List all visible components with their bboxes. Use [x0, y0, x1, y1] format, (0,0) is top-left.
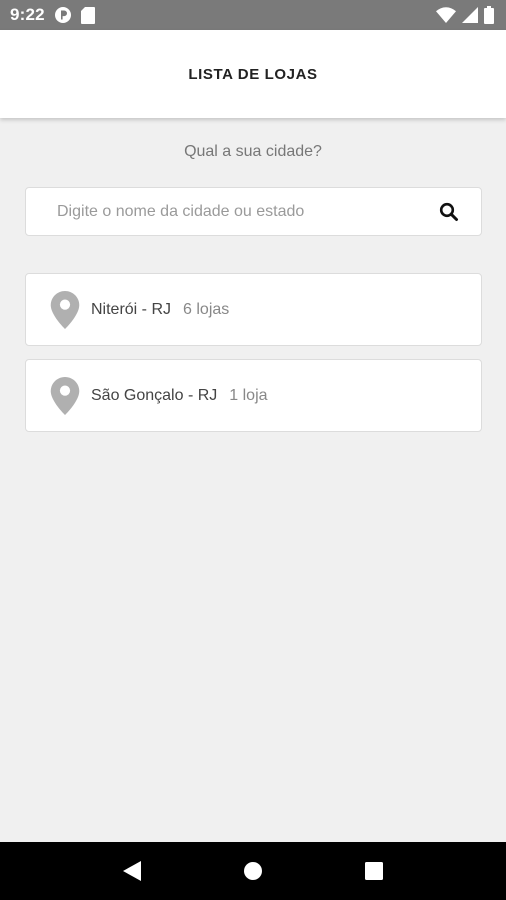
location-pin-icon	[50, 376, 80, 415]
search-box[interactable]	[25, 187, 482, 236]
status-bar: 9:22	[0, 0, 506, 30]
home-icon[interactable]	[243, 861, 263, 881]
recents-button[interactable]	[354, 851, 394, 891]
wifi-icon	[436, 7, 456, 23]
battery-icon	[484, 6, 494, 24]
signal-icon	[462, 7, 478, 23]
city-name: São Gonçalo - RJ	[91, 386, 218, 404]
status-bar-left: 9:22	[10, 5, 95, 25]
search-input[interactable]	[55, 201, 439, 222]
sd-card-icon	[80, 6, 95, 24]
search-icon[interactable]	[439, 202, 459, 222]
home-button[interactable]	[233, 851, 273, 891]
city-item-sao-goncalo[interactable]: São Gonçalo - RJ 1 loja	[25, 359, 482, 432]
store-count: 6 lojas	[183, 300, 230, 318]
recents-icon[interactable]	[364, 862, 383, 880]
navigation-bar	[0, 842, 506, 900]
page-title: LISTA DE LOJAS	[188, 65, 318, 83]
store-count: 1 loja	[229, 386, 268, 404]
city-item-niteroi[interactable]: Niterói - RJ 6 lojas	[25, 273, 482, 346]
back-icon[interactable]	[123, 861, 142, 881]
city-question: Qual a sua cidade?	[184, 143, 322, 160]
back-button[interactable]	[112, 851, 152, 891]
city-name: Niterói - RJ	[91, 300, 172, 318]
status-time: 9:22	[10, 5, 45, 24]
app-notification-icon	[54, 7, 71, 23]
status-bar-right	[436, 6, 494, 24]
app-bar: LISTA DE LOJAS	[0, 30, 506, 118]
location-pin-icon	[50, 290, 80, 329]
